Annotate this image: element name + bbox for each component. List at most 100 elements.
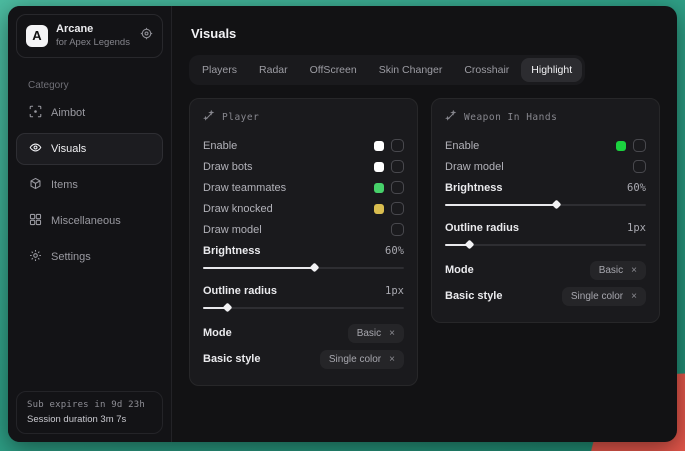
color-swatch[interactable] xyxy=(374,162,384,172)
toggle-row-draw-model: Draw model xyxy=(445,156,646,177)
sidebar-item-label: Aimbot xyxy=(51,107,85,119)
wand-icon xyxy=(203,110,215,125)
slider-label: Brightness xyxy=(203,245,385,257)
tab-skin-changer[interactable]: Skin Changer xyxy=(369,58,453,82)
toggle-row-draw-knocked: Draw knocked xyxy=(203,198,404,219)
slider-value: 60% xyxy=(627,182,646,194)
crosshair-icon xyxy=(29,105,42,121)
checkbox[interactable] xyxy=(391,202,404,215)
basic-style-select[interactable]: Single color × xyxy=(562,287,646,306)
toggle-row-draw-bots: Draw bots xyxy=(203,156,404,177)
select-label: Mode xyxy=(203,327,348,339)
color-swatch[interactable] xyxy=(616,141,626,151)
toggle-label: Draw bots xyxy=(203,161,374,173)
toggle-row-enable: Enable xyxy=(203,135,404,156)
selected-option: Single color xyxy=(571,291,623,302)
tab-players[interactable]: Players xyxy=(192,58,247,82)
checkbox[interactable] xyxy=(633,160,646,173)
tab-highlight[interactable]: Highlight xyxy=(521,58,582,82)
slider-value: 60% xyxy=(385,245,404,257)
slider-value: 1px xyxy=(385,285,404,297)
select-row-basic-style: Basic style Single color × xyxy=(445,283,646,309)
sidebar: A Arcane for Apex Legends Category xyxy=(8,6,172,442)
mode-select[interactable]: Basic × xyxy=(348,324,404,343)
checkbox[interactable] xyxy=(391,139,404,152)
category-label: Category xyxy=(28,80,171,91)
slider-thumb[interactable] xyxy=(465,240,475,250)
outline-radius-slider[interactable] xyxy=(203,302,404,314)
select-row-basic-style: Basic style Single color × xyxy=(203,346,404,372)
select-label: Basic style xyxy=(445,290,562,302)
wand-icon xyxy=(445,110,457,125)
checkbox[interactable] xyxy=(391,160,404,173)
tab-radar[interactable]: Radar xyxy=(249,58,298,82)
close-icon[interactable]: × xyxy=(631,265,637,276)
slider-row-brightness: Brightness 60% xyxy=(445,177,646,198)
basic-style-select[interactable]: Single color × xyxy=(320,350,404,369)
subscription-status-card: Sub expires in 9d 23h Session duration 3… xyxy=(16,391,163,434)
slider-thumb[interactable] xyxy=(309,263,319,273)
slider-label: Brightness xyxy=(445,182,627,194)
brightness-slider[interactable] xyxy=(445,199,646,211)
tab-crosshair[interactable]: Crosshair xyxy=(454,58,519,82)
toggle-label: Draw knocked xyxy=(203,203,374,215)
toggle-label: Draw model xyxy=(445,161,633,173)
weapon-in-hands-panel: Weapon In Hands Enable Draw model Bright… xyxy=(431,98,660,323)
slider-row-outline-radius: Outline radius 1px xyxy=(445,217,646,238)
box-icon xyxy=(29,177,42,193)
sidebar-item-settings[interactable]: Settings xyxy=(16,241,163,273)
sidebar-nav: Aimbot Visuals Items xyxy=(8,97,171,273)
color-swatch[interactable] xyxy=(374,183,384,193)
slider-row-outline-radius: Outline radius 1px xyxy=(203,280,404,301)
slider-value: 1px xyxy=(627,222,646,234)
page-title: Visuals xyxy=(191,26,660,41)
toggle-label: Draw model xyxy=(203,224,391,236)
sub-expires-text: Sub expires in 9d 23h xyxy=(27,400,152,410)
toggle-row-enable: Enable xyxy=(445,135,646,156)
selected-option: Single color xyxy=(329,354,381,365)
selected-option: Basic xyxy=(357,328,381,339)
checkbox[interactable] xyxy=(391,181,404,194)
toggle-label: Draw teammates xyxy=(203,182,374,194)
sidebar-item-items[interactable]: Items xyxy=(16,169,163,201)
slider-row-brightness: Brightness 60% xyxy=(203,240,404,261)
close-icon[interactable]: × xyxy=(389,328,395,339)
tab-offscreen[interactable]: OffScreen xyxy=(300,58,367,82)
app-title: Arcane xyxy=(56,23,132,37)
sidebar-item-label: Settings xyxy=(51,251,91,263)
session-duration-text: Session duration 3m 7s xyxy=(27,414,152,425)
panel-title: Player xyxy=(222,112,259,123)
color-swatch[interactable] xyxy=(374,141,384,151)
select-row-mode: Mode Basic × xyxy=(203,320,404,346)
gear-icon xyxy=(29,249,42,265)
sidebar-item-visuals[interactable]: Visuals xyxy=(16,133,163,165)
brightness-slider[interactable] xyxy=(203,262,404,274)
slider-thumb[interactable] xyxy=(551,200,561,210)
sidebar-item-aimbot[interactable]: Aimbot xyxy=(16,97,163,129)
settings-gear-icon[interactable] xyxy=(140,27,153,45)
sidebar-item-miscellaneous[interactable]: Miscellaneous xyxy=(16,205,163,237)
sidebar-item-label: Miscellaneous xyxy=(51,215,121,227)
selected-option: Basic xyxy=(599,265,623,276)
close-icon[interactable]: × xyxy=(631,291,637,302)
eye-icon xyxy=(29,141,42,157)
app-subtitle: for Apex Legends xyxy=(56,37,132,49)
toggle-row-draw-teammates: Draw teammates xyxy=(203,177,404,198)
player-panel: Player Enable Draw bots Draw teammates xyxy=(189,98,418,386)
close-icon[interactable]: × xyxy=(389,354,395,365)
toggle-row-draw-model: Draw model xyxy=(203,219,404,240)
checkbox[interactable] xyxy=(633,139,646,152)
mode-select[interactable]: Basic × xyxy=(590,261,646,280)
outline-radius-slider[interactable] xyxy=(445,239,646,251)
app-window: A Arcane for Apex Legends Category xyxy=(8,6,677,442)
checkbox[interactable] xyxy=(391,223,404,236)
sidebar-header: A Arcane for Apex Legends xyxy=(16,14,163,58)
main-content: Visuals Players Radar OffScreen Skin Cha… xyxy=(172,6,677,442)
sidebar-item-label: Visuals xyxy=(51,143,86,155)
slider-thumb[interactable] xyxy=(223,303,233,313)
select-row-mode: Mode Basic × xyxy=(445,257,646,283)
app-logo: A xyxy=(26,25,48,47)
color-swatch[interactable] xyxy=(374,204,384,214)
toggle-label: Enable xyxy=(445,140,616,152)
panel-title: Weapon In Hands xyxy=(464,112,557,123)
